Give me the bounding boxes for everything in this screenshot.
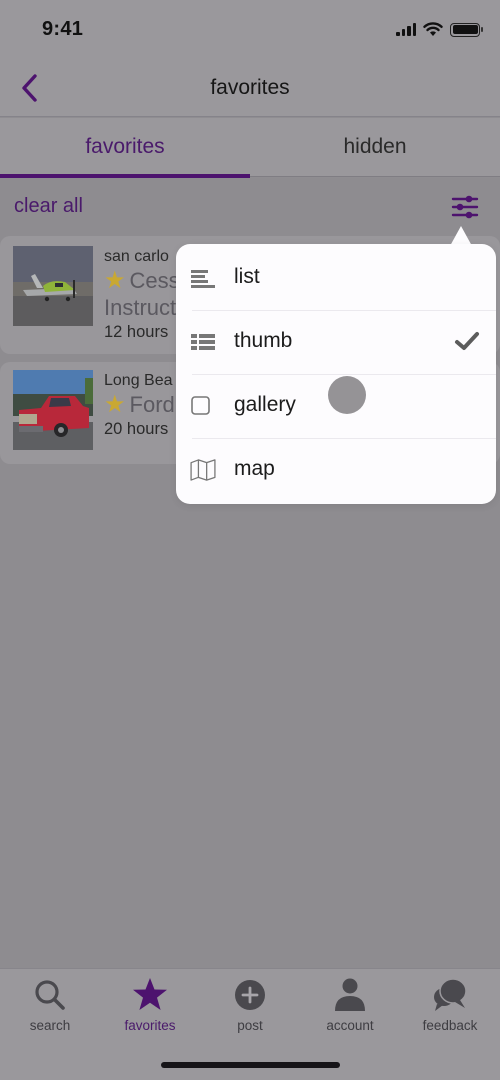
menu-item-thumb[interactable]: thumb bbox=[176, 310, 496, 374]
chat-bubbles-icon bbox=[434, 978, 467, 1011]
menu-item-map[interactable]: map bbox=[176, 438, 496, 502]
menu-item-label: gallery bbox=[234, 393, 296, 416]
tabbar-item-account[interactable]: account bbox=[300, 977, 400, 1033]
menu-item-label: map bbox=[234, 457, 275, 480]
favorite-star-icon[interactable]: ★ bbox=[104, 393, 126, 417]
star-icon bbox=[133, 978, 167, 1010]
tabbar-label: favorites bbox=[124, 1018, 176, 1033]
touch-indicator bbox=[328, 376, 366, 414]
tabbar-item-post[interactable]: post bbox=[200, 977, 300, 1033]
tabbar-label: feedback bbox=[422, 1018, 478, 1033]
wifi-icon bbox=[423, 22, 443, 36]
plus-circle-icon bbox=[235, 980, 265, 1010]
segment-tabs: favorites hidden bbox=[0, 118, 500, 178]
checkmark-icon bbox=[455, 332, 479, 350]
tabbar-item-search[interactable]: search bbox=[0, 977, 100, 1033]
tab-favorites[interactable]: favorites bbox=[0, 118, 250, 177]
cellular-signal-icon bbox=[396, 23, 416, 36]
nav-bar: favorites bbox=[0, 60, 500, 117]
gallery-square-icon bbox=[191, 396, 210, 415]
battery-icon bbox=[450, 22, 483, 37]
airplane-photo bbox=[13, 246, 93, 326]
view-options-button[interactable] bbox=[450, 194, 480, 220]
red-pickup-truck-photo bbox=[13, 370, 93, 450]
menu-item-label: list bbox=[234, 265, 260, 288]
view-mode-menu: list thumb gallery map bbox=[176, 244, 496, 504]
tabbar-item-feedback[interactable]: feedback bbox=[400, 977, 500, 1033]
search-icon bbox=[35, 980, 65, 1010]
popover-arrow bbox=[450, 226, 472, 246]
listing-title: Cess bbox=[129, 268, 180, 293]
tab-hidden[interactable]: hidden bbox=[250, 118, 500, 177]
home-indicator[interactable] bbox=[161, 1062, 340, 1068]
tabbar-label: account bbox=[326, 1018, 374, 1033]
status-icons bbox=[396, 22, 483, 37]
tabbar-label: post bbox=[237, 1018, 263, 1033]
status-time: 9:41 bbox=[42, 18, 84, 40]
favorite-star-icon[interactable]: ★ bbox=[104, 269, 126, 293]
map-icon bbox=[190, 459, 216, 481]
clear-all-button[interactable]: clear all bbox=[14, 195, 83, 218]
menu-item-list[interactable]: list bbox=[176, 246, 496, 310]
listing-title: Ford bbox=[129, 392, 175, 417]
status-bar: 9:41 bbox=[0, 0, 500, 60]
person-icon bbox=[335, 978, 365, 1011]
list-icon bbox=[191, 270, 215, 288]
page-title: favorites bbox=[210, 76, 290, 99]
sliders-icon bbox=[451, 195, 479, 219]
tabbar-item-favorites[interactable]: favorites bbox=[100, 977, 200, 1033]
tabbar-label: search bbox=[29, 1018, 71, 1033]
list-toolbar: clear all bbox=[0, 178, 500, 234]
thumb-list-icon bbox=[191, 334, 215, 350]
menu-item-label: thumb bbox=[234, 329, 293, 352]
active-tab-indicator bbox=[0, 173, 250, 178]
